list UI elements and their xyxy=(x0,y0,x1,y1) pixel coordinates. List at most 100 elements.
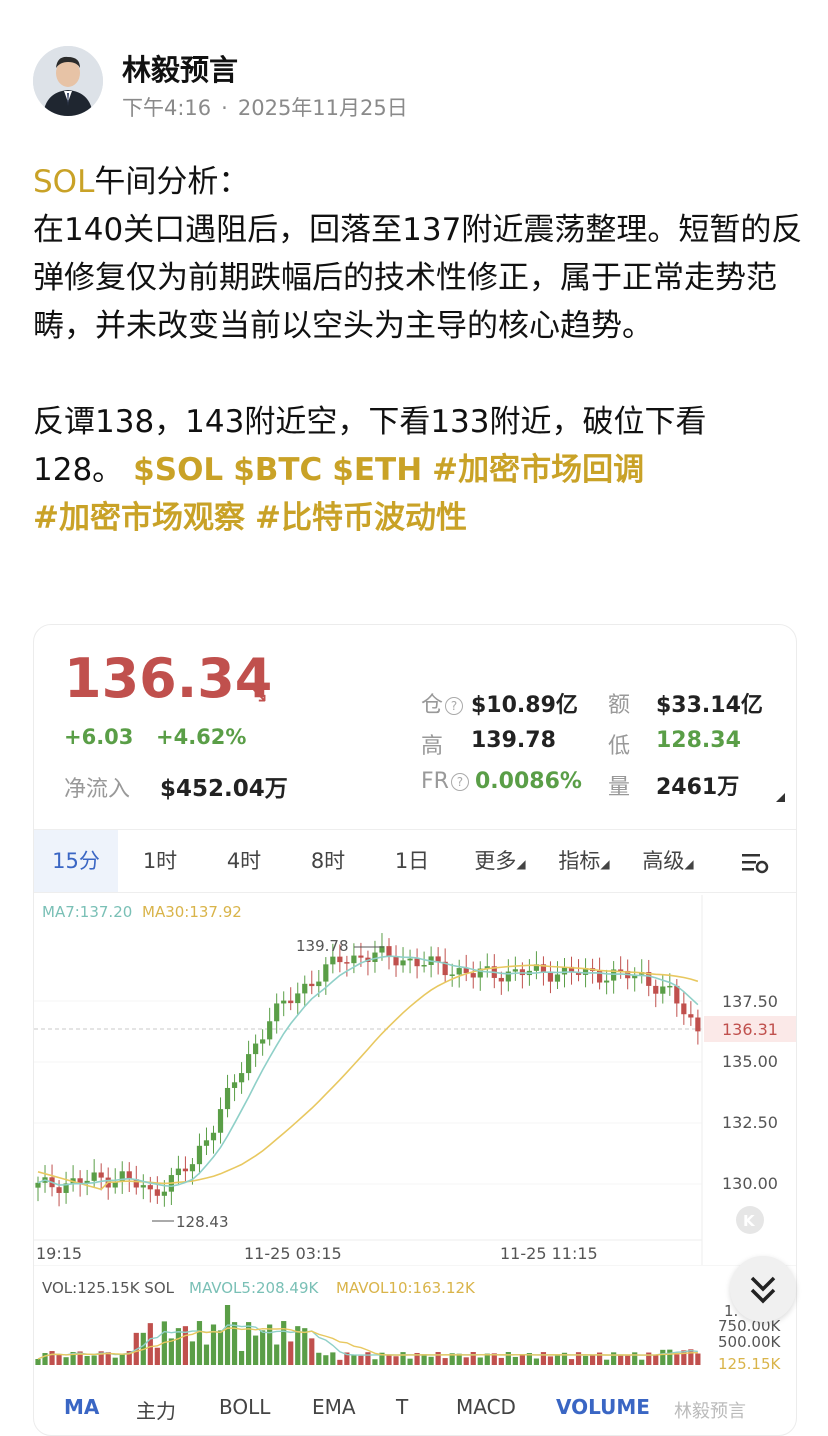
candle xyxy=(674,985,680,1004)
indicator-volume[interactable]: VOLUME xyxy=(556,1395,650,1419)
tab-8h[interactable]: 8时 xyxy=(286,830,370,892)
candle xyxy=(302,983,308,994)
indicator-main-force[interactable]: 主力 xyxy=(136,1395,176,1424)
tag-link[interactable]: $ETH xyxy=(332,452,422,488)
candle xyxy=(660,986,666,994)
tab-more[interactable]: 更多◢ xyxy=(458,830,542,892)
high-marker-label: 139.78 xyxy=(296,937,349,955)
volume-bar xyxy=(267,1324,273,1365)
volume-bar xyxy=(217,1330,224,1365)
volume-bar xyxy=(639,1359,645,1365)
tag-link[interactable]: #加密市场观察 xyxy=(33,500,245,536)
tab-advanced[interactable]: 高级◢ xyxy=(626,830,710,892)
volume-bar xyxy=(463,1357,469,1365)
candle xyxy=(681,1003,687,1015)
person-icon xyxy=(33,46,103,116)
tag-link[interactable]: #比特币波动性 xyxy=(255,500,467,536)
candle xyxy=(267,1021,273,1040)
volume-bar xyxy=(35,1359,41,1365)
candle xyxy=(547,972,554,982)
expand-button[interactable] xyxy=(730,1256,796,1322)
indicator-ma[interactable]: MA xyxy=(64,1395,99,1419)
candlestick-chart[interactable]: MA7:137.20 MA30:137.92 139.78 128.43 137… xyxy=(34,895,796,1265)
mavol10-legend: MAVOL10:163.12K xyxy=(336,1279,476,1297)
tab-4h[interactable]: 4时 xyxy=(202,830,286,892)
candle xyxy=(154,1189,160,1196)
help-icon[interactable]: ? xyxy=(450,773,469,791)
stat-label-low: 低 xyxy=(608,734,631,759)
candle xyxy=(351,955,357,964)
ma7-legend: MA7:137.20 xyxy=(42,903,132,921)
tab-1d[interactable]: 1日 xyxy=(370,830,454,892)
stat-label-funding-rate: FR? xyxy=(421,769,469,794)
volume-bar xyxy=(42,1353,48,1365)
candle xyxy=(421,964,427,967)
candle xyxy=(330,956,336,965)
chart-settings-icon[interactable] xyxy=(724,830,784,892)
volume-bar xyxy=(632,1352,638,1365)
candle xyxy=(189,1164,196,1172)
indicator-boll[interactable]: BOLL xyxy=(219,1395,270,1419)
help-icon[interactable]: ? xyxy=(445,697,464,715)
volume-bar xyxy=(260,1330,266,1365)
volume-legend: VOL:125.15K SOL xyxy=(42,1279,175,1297)
volume-bar xyxy=(168,1338,174,1365)
volume-bar xyxy=(253,1335,259,1365)
price-change: +6.03 xyxy=(64,725,134,749)
author-avatar[interactable] xyxy=(33,46,103,116)
ma7-line xyxy=(37,955,699,1188)
volume-bar xyxy=(611,1352,617,1365)
candle xyxy=(456,968,462,975)
post-time: 下午4:16 xyxy=(122,96,212,120)
volume-bar xyxy=(442,1358,448,1365)
tag-link[interactable]: #加密市场回调 xyxy=(432,452,644,488)
market-card[interactable]: 136.34 ↘ +6.03 +4.62% 净流入 $452.04万 仓? $1… xyxy=(33,624,797,1436)
volume-bar xyxy=(589,1354,596,1365)
candle xyxy=(667,985,673,988)
candle xyxy=(695,1017,701,1032)
x-tick: 11-25 03:15 xyxy=(244,1244,342,1263)
volume-bar xyxy=(582,1355,589,1365)
netflow-value: $452.04万 xyxy=(160,776,288,802)
stat-label-volume: 量 xyxy=(608,775,631,800)
double-chevron-down-icon xyxy=(750,1276,776,1304)
current-price: 136.34 xyxy=(64,647,273,710)
candle xyxy=(182,1168,189,1172)
corner-expand-icon[interactable] xyxy=(776,793,785,802)
volume-bar xyxy=(210,1324,217,1365)
volume-bar xyxy=(660,1349,666,1365)
tab-indicators[interactable]: 指标◢ xyxy=(542,830,626,892)
candle xyxy=(98,1172,104,1178)
tab-1h[interactable]: 1时 xyxy=(118,830,202,892)
candle xyxy=(316,981,322,987)
volume-bar xyxy=(695,1353,701,1365)
candle xyxy=(372,952,378,962)
candle xyxy=(512,969,518,972)
volume-bar xyxy=(112,1357,118,1365)
candle xyxy=(274,1003,280,1022)
indicator-ema[interactable]: EMA xyxy=(312,1395,356,1419)
indicator-t[interactable]: T xyxy=(396,1395,408,1419)
volume-bar xyxy=(302,1328,308,1365)
author-name[interactable]: 林毅预言 xyxy=(122,47,238,89)
candle xyxy=(400,960,406,966)
candle xyxy=(246,1054,252,1074)
back-to-latest-icon: K xyxy=(743,1212,756,1230)
volume-bar xyxy=(393,1356,399,1365)
post-body: SOL午间分析： 在140关口遇阻后，回落至137附近震荡整理。短暂的反弹修复仅… xyxy=(33,158,803,542)
candle xyxy=(203,1140,210,1146)
y-tick: 132.50 xyxy=(722,1113,778,1132)
volume-bar xyxy=(274,1344,280,1365)
volume-chart[interactable]: VOL:125.15K SOL MAVOL5:208.49K MAVOL10:1… xyxy=(34,1265,796,1380)
candle xyxy=(217,1109,224,1133)
tab-15m[interactable]: 15分 xyxy=(34,830,118,892)
volume-bar xyxy=(568,1359,575,1365)
candle xyxy=(344,962,350,964)
volume-bar xyxy=(330,1352,336,1365)
tag-link[interactable]: $BTC xyxy=(233,452,322,488)
post-ticker[interactable]: SOL xyxy=(33,164,94,200)
volume-bar xyxy=(667,1349,673,1365)
tag-link[interactable]: $SOL xyxy=(133,452,223,488)
indicator-macd[interactable]: MACD xyxy=(456,1395,516,1419)
x-tick: 11-25 11:15 xyxy=(500,1244,598,1263)
